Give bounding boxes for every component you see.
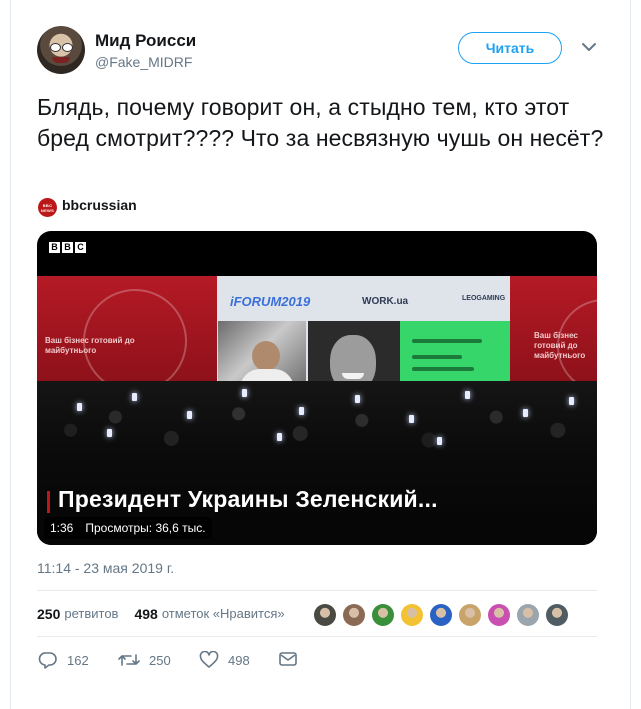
author-handle[interactable]: @Fake_MIDRF	[95, 54, 192, 70]
stage-banner-work: WORK.ua	[362, 296, 409, 307]
wall-slogan-right: Ваш бізнес готовий до майбутнього	[534, 331, 586, 360]
retweet-button[interactable]: 250	[118, 651, 171, 669]
video-player[interactable]: Ваш бізнес готовий до майбутнього Ваш бі…	[37, 231, 597, 545]
retweet-icon	[118, 654, 140, 666]
timeline-right-border	[630, 0, 631, 709]
stats-gap	[122, 606, 130, 622]
avatar-landscape-icon[interactable]	[546, 604, 568, 626]
bbc-letter: B	[62, 242, 73, 253]
video-title-accent	[47, 491, 50, 513]
chevron-down-icon[interactable]	[580, 40, 598, 54]
screen-text-line	[412, 367, 474, 371]
phone-light	[523, 409, 528, 417]
phone-light	[569, 397, 574, 405]
avatar-eye-right	[62, 43, 73, 52]
phone-light	[277, 433, 282, 441]
avatar-illustration-icon[interactable]	[459, 604, 481, 626]
phone-light	[465, 391, 470, 399]
phone-light	[299, 407, 304, 415]
avatar-eye-left	[50, 43, 61, 52]
like-count: 498	[228, 652, 250, 668]
video-meta: 1:36 Просмотры: 36,6 тыс.	[44, 517, 212, 539]
author-display-name[interactable]: Мид Роисси	[95, 31, 196, 51]
avatar-default-grey-icon[interactable]	[517, 604, 539, 626]
avatar-cartoon-yellow-icon[interactable]	[401, 604, 423, 626]
author-avatar[interactable]	[37, 26, 85, 74]
screen-text-line	[412, 355, 462, 359]
avatar-mouth	[52, 57, 70, 63]
timeline-left-border	[10, 0, 11, 709]
tweet-text: Блядь, почему говорит он, а стыдно тем, …	[37, 94, 604, 151]
speaker-head	[252, 341, 280, 371]
phone-light	[242, 389, 247, 397]
divider	[37, 636, 597, 637]
video-duration: 1:36	[50, 521, 74, 535]
wall-slogan-left: Ваш бізнес готовий до майбутнього	[45, 336, 135, 355]
card-source-name[interactable]: bbcrussian	[62, 197, 137, 213]
bbc-letter: C	[75, 242, 86, 253]
tweet-stats: 250 ретвитов 498 отметок «Нравится»	[37, 606, 285, 622]
portrait-smile	[342, 373, 364, 379]
retweets-label[interactable]: ретвитов	[64, 606, 118, 622]
reply-count: 162	[67, 652, 89, 668]
phone-light	[107, 429, 112, 437]
tweet-timestamp[interactable]: 11:14 - 23 мая 2019 г.	[37, 560, 174, 576]
bbc-watermark: B B C	[49, 242, 86, 253]
bbc-news-logo-icon[interactable]: BBC NEWS	[38, 198, 57, 217]
reply-icon	[38, 652, 57, 669]
phone-light	[437, 437, 442, 445]
avatar-dark-face-icon[interactable]	[314, 604, 336, 626]
retweets-count[interactable]: 250	[37, 606, 60, 622]
like-button[interactable]: 498	[199, 651, 250, 669]
follow-button[interactable]: Читать	[458, 32, 562, 64]
bbc-letter: B	[49, 242, 60, 253]
phone-light	[132, 393, 137, 401]
phone-light	[77, 403, 82, 411]
phone-light	[409, 415, 414, 423]
divider	[37, 590, 597, 591]
likes-count[interactable]: 498	[134, 606, 157, 622]
video-title: Президент Украины Зеленский...	[58, 486, 438, 512]
stage-banner-forum: iFORUM2019	[230, 294, 311, 309]
reply-button[interactable]: 162	[38, 651, 89, 669]
retweet-count: 250	[149, 652, 171, 668]
stage-banner-sponsor: LEOGAMING	[462, 295, 506, 302]
news-logo-line: NEWS	[40, 207, 55, 213]
avatar-man-face-icon[interactable]	[343, 604, 365, 626]
direct-message-button[interactable]	[278, 651, 298, 667]
avatar-ukraine-colors-icon[interactable]	[430, 604, 452, 626]
avatar-colorful-icon[interactable]	[488, 604, 510, 626]
envelope-icon	[279, 652, 297, 666]
avatar-azerbaijan-flag-icon[interactable]	[372, 604, 394, 626]
phone-light	[187, 411, 192, 419]
phone-light	[355, 395, 360, 403]
heart-icon	[199, 651, 219, 668]
video-views: Просмотры: 36,6 тыс.	[85, 521, 206, 535]
screen-text-line	[412, 339, 482, 343]
likes-label[interactable]: отметок «Нравится»	[162, 606, 285, 622]
